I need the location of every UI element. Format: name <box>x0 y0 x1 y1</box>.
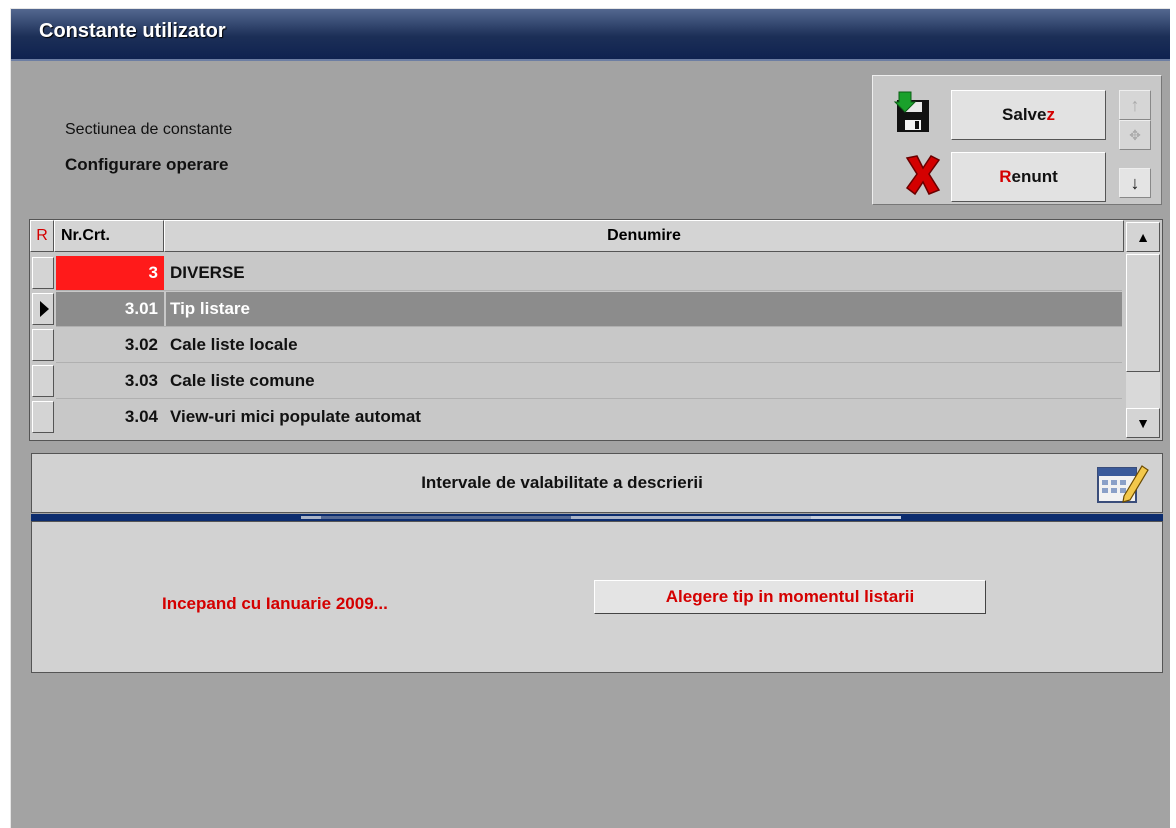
intervals-header: Intervale de valabilitate a descrierii <box>31 453 1163 513</box>
table-row[interactable]: 3.01 Tip listare <box>30 292 1124 326</box>
save-button-label: Salve <box>1002 105 1047 124</box>
row-nr: 3.02 <box>124 335 158 354</box>
row-pointer-icon <box>40 301 49 317</box>
cancel-accel: R <box>999 167 1012 186</box>
detail-panel: Incepand cu Ianuarie 2009... Alegere tip… <box>31 521 1163 673</box>
window-title: Constante utilizator <box>39 20 226 42</box>
row-selector[interactable] <box>32 365 54 397</box>
column-header-nr[interactable]: Nr.Crt. <box>54 220 164 252</box>
row-denumire: View-uri mici populate automat <box>170 407 421 426</box>
row-denumire: Tip listare <box>166 292 1122 326</box>
scroll-down-button[interactable]: ▼ <box>1126 408 1160 438</box>
arrow-up-icon[interactable]: ↑ <box>1119 90 1151 120</box>
choose-type-button[interactable]: Alegere tip in momentul listarii <box>594 580 986 614</box>
save-button[interactable]: Salvez <box>951 90 1106 140</box>
start-date-text: Incepand cu Ianuarie 2009... <box>162 594 388 613</box>
cancel-button[interactable]: Renunt <box>951 152 1106 202</box>
row-selector[interactable] <box>32 329 54 361</box>
row-nr: 3.01 <box>56 292 164 326</box>
cancel-x-icon <box>905 155 941 196</box>
constants-grid: R Nr.Crt. Denumire 3 DIVERSE 3.01 Tip li… <box>29 219 1163 441</box>
row-nr: 3.04 <box>124 407 158 426</box>
row-nr: 3.03 <box>124 371 158 390</box>
row-denumire: Cale liste locale <box>170 335 298 354</box>
vertical-scrollbar[interactable]: ▲ ▼ <box>1126 222 1160 438</box>
table-row[interactable]: 3.03 Cale liste comune <box>30 364 1124 398</box>
intervals-title: Intervale de valabilitate a descrierii <box>421 473 703 492</box>
move-icon[interactable]: ✥ <box>1119 120 1151 150</box>
row-nr: 3 <box>56 256 164 290</box>
section-value: Configurare operare <box>65 155 229 174</box>
row-selector[interactable] <box>32 401 54 433</box>
title-bar: Constante utilizator <box>11 9 1170 61</box>
column-header-denumire[interactable]: Denumire <box>164 220 1124 252</box>
row-selector[interactable] <box>32 293 54 325</box>
table-row[interactable]: 3.04 View-uri mici populate automat <box>30 400 1124 434</box>
section-label: Sectiunea de constante <box>65 121 233 138</box>
save-accel: z <box>1046 105 1055 124</box>
row-denumire: Cale liste comune <box>170 371 315 390</box>
arrow-down-icon[interactable]: ↓ <box>1119 168 1151 198</box>
column-header-r[interactable]: R <box>30 220 54 252</box>
calendar-edit-icon[interactable] <box>1094 460 1150 508</box>
tab-strip <box>31 514 1163 521</box>
cancel-button-label: enunt <box>1011 167 1058 186</box>
row-denumire: DIVERSE <box>170 263 245 282</box>
scroll-up-button[interactable]: ▲ <box>1126 222 1160 252</box>
scroll-thumb[interactable] <box>1126 254 1160 372</box>
save-disk-icon <box>893 91 929 132</box>
table-row[interactable]: 3.02 Cale liste locale <box>30 328 1124 362</box>
main-window: Constante utilizator Sectiunea de consta… <box>10 8 1170 828</box>
row-selector[interactable] <box>32 257 54 289</box>
action-panel: Salvez Renunt ↑ ✥ ↓ <box>872 75 1162 205</box>
table-row[interactable]: 3 DIVERSE <box>30 256 1124 290</box>
